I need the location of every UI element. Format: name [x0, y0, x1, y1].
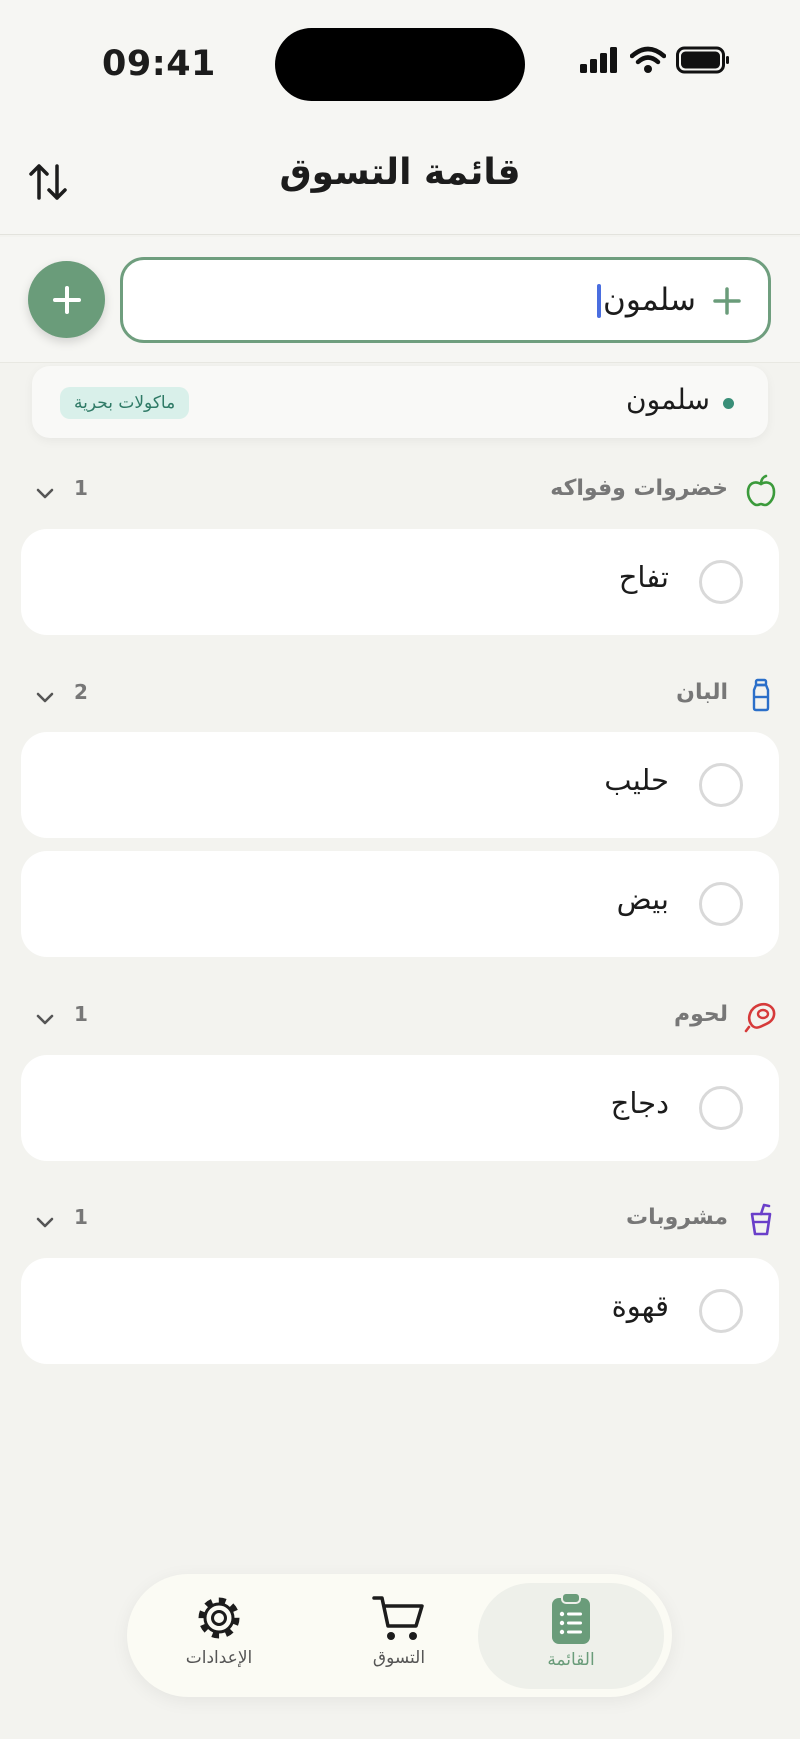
item-checkbox[interactable] — [699, 1289, 743, 1333]
item-label: قهوة — [611, 1289, 669, 1323]
app-header: قائمة التسوق — [0, 130, 800, 235]
suggestion-label: سلمون — [626, 383, 710, 416]
list-item[interactable]: حليب — [21, 732, 779, 838]
nav-shopping[interactable]: التسوق — [324, 1592, 474, 1682]
status-icons — [580, 46, 730, 74]
item-label: حليب — [604, 763, 669, 797]
drink-cup-icon — [750, 1203, 772, 1236]
bottom-nav: الإعدادات التسوق القائمة — [127, 1574, 672, 1697]
section-title: خضروات وفواكه — [550, 476, 728, 501]
item-input-value: سلمون — [603, 282, 696, 318]
section-count: 2 — [74, 680, 88, 704]
suggestion-dot — [723, 398, 734, 409]
add-item-button[interactable] — [28, 261, 105, 338]
item-checkbox[interactable] — [699, 763, 743, 807]
item-label: تفاح — [618, 560, 669, 594]
dynamic-island — [275, 28, 525, 101]
suggestion-item[interactable]: سلمون ماكولات بحرية — [32, 366, 768, 438]
text-caret — [597, 284, 601, 318]
section-header-produce: خضروات وفواكه 1 — [20, 470, 780, 514]
chevron-down-icon[interactable] — [34, 482, 56, 504]
section-header-dairy: البان 2 — [20, 674, 780, 718]
section-title: البان — [676, 680, 728, 705]
section-count: 1 — [74, 476, 88, 500]
section-title: لحوم — [673, 1002, 728, 1027]
chevron-down-icon[interactable] — [34, 1008, 56, 1030]
nav-list-label: القائمة — [547, 1650, 595, 1670]
list-item[interactable]: دجاج — [21, 1055, 779, 1161]
nav-settings[interactable]: الإعدادات — [144, 1592, 294, 1682]
status-time: 09:41 — [102, 44, 216, 84]
item-checkbox[interactable] — [699, 882, 743, 926]
chevron-down-icon[interactable] — [34, 686, 56, 708]
item-checkbox[interactable] — [699, 560, 743, 604]
section-title: مشروبات — [626, 1205, 728, 1230]
item-label: بيض — [616, 882, 669, 916]
page-title: قائمة التسوق — [279, 152, 521, 193]
wifi-icon — [630, 46, 666, 73]
section-count: 1 — [74, 1002, 88, 1026]
chevron-down-icon[interactable] — [34, 1211, 56, 1233]
nav-list[interactable]: القائمة — [496, 1592, 646, 1682]
plus-icon — [52, 285, 81, 314]
section-header-drinks: مشروبات 1 — [20, 1199, 780, 1243]
battery-icon — [676, 46, 729, 74]
steak-icon — [744, 1002, 776, 1033]
list-item[interactable]: قهوة — [21, 1258, 779, 1364]
item-checkbox[interactable] — [699, 1086, 743, 1130]
gear-icon — [198, 1597, 240, 1639]
clipboard-list-icon — [552, 1592, 590, 1644]
item-input[interactable]: سلمون — [120, 257, 771, 343]
item-label: دجاج — [610, 1086, 669, 1120]
milk-bottle-icon — [752, 678, 770, 712]
nav-settings-label: الإعدادات — [185, 1648, 253, 1668]
list-item[interactable]: تفاح — [21, 529, 779, 635]
section-header-meat: لحوم 1 — [20, 996, 780, 1040]
status-bar: 09:41 — [0, 0, 800, 130]
signal-icon — [580, 47, 617, 73]
suggestion-category-badge: ماكولات بحرية — [60, 387, 190, 419]
list-item[interactable]: بيض — [21, 851, 779, 957]
input-plus-icon — [713, 287, 741, 315]
cart-icon — [372, 1596, 424, 1640]
nav-shopping-label: التسوق — [372, 1648, 426, 1668]
section-count: 1 — [74, 1205, 88, 1229]
apple-icon — [746, 474, 776, 507]
add-item-bar: سلمون — [0, 237, 800, 363]
